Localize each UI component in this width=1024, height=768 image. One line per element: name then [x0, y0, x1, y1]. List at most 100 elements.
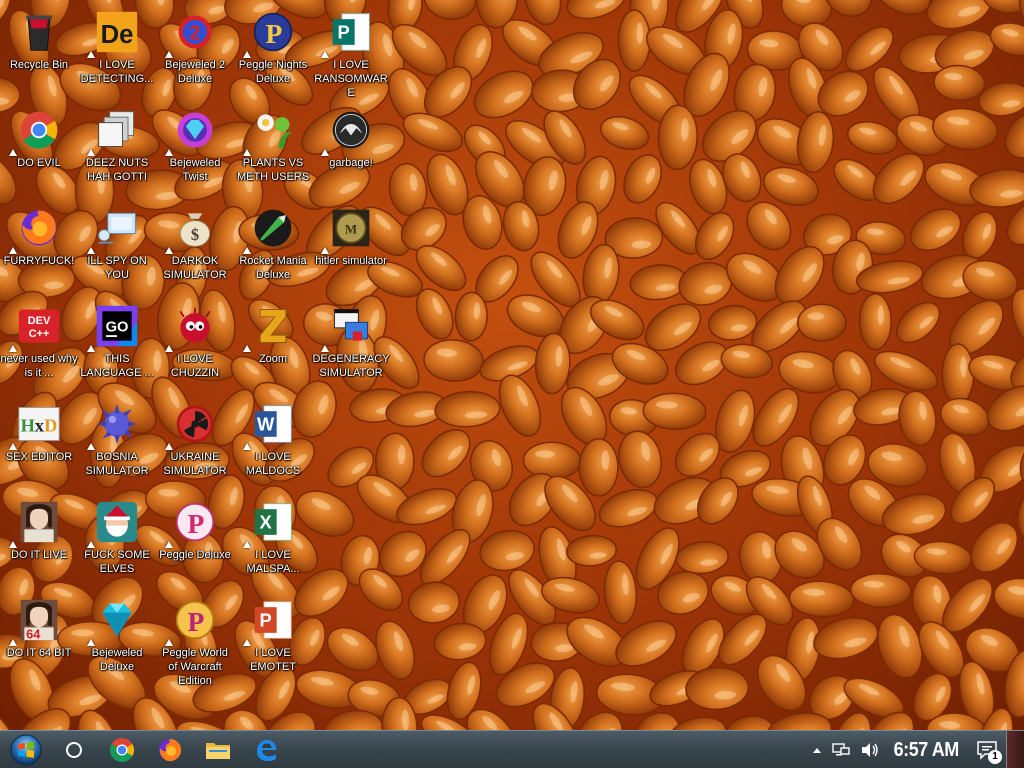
shortcut-arrow-icon [9, 541, 17, 548]
svg-text:2: 2 [189, 22, 200, 44]
desktop-shortcut[interactable]: 64 DO IT 64 BIT [0, 592, 78, 688]
desktop-shortcut[interactable]: P I LOVE EMOTET [234, 592, 312, 688]
show-hidden-icons-button[interactable] [812, 746, 822, 754]
desktop-shortcut[interactable]: W I LOVE MALDOCS [234, 396, 312, 492]
desktop-shortcut[interactable]: I LOVE CHUZZIN [156, 298, 234, 394]
desktop-shortcut[interactable]: Rocket Mania Deluxe [234, 200, 312, 296]
desktop-shortcut-label: I LOVE MALSPA... [246, 549, 300, 575]
shortcut-arrow-icon [243, 639, 251, 646]
svg-text:P: P [260, 609, 272, 630]
desktop-shortcut[interactable]: BOSNIA SIMULATOR [78, 396, 156, 492]
desktop-shortcut[interactable]: X I LOVE MALSPA... [234, 494, 312, 590]
shortcut-arrow-icon [165, 149, 173, 156]
desktop-shortcut-label: hitler simulator [315, 255, 387, 267]
powerpoint-icon: P [243, 596, 297, 646]
desktop-shortcut[interactable]: 2 Bejeweled 2 Deluxe [156, 4, 234, 100]
desktop-shortcut-label: I LOVE EMOTET [250, 647, 296, 673]
desktop-shortcut[interactable]: DEV C++ never used why is it ... [0, 298, 78, 394]
svg-text:P: P [188, 508, 205, 539]
shortcut-arrow-icon [87, 51, 95, 58]
desktop-shortcut[interactable]: garbage! [312, 102, 390, 198]
shortcut-arrow-icon [243, 51, 251, 58]
desktop-shortcut[interactable]: Bejeweled Twist [156, 102, 234, 198]
stacked-windows-icon [87, 106, 141, 156]
network-icon [831, 743, 850, 756]
shortcut-arrow-icon [87, 443, 95, 450]
svg-text:P: P [188, 606, 205, 637]
network-tray-button[interactable] [831, 742, 850, 758]
portrait-64-icon: 64 [9, 596, 63, 646]
taskbar-button-firefox[interactable] [150, 732, 190, 768]
desktop-shortcut[interactable]: Mhitler simulator [312, 200, 390, 296]
shortcut-arrow-icon [165, 51, 173, 58]
shortcut-arrow-icon [87, 149, 95, 156]
desktop-shortcut[interactable]: DEEZ NUTS HAH GOTTI [78, 102, 156, 198]
svg-text:De: De [101, 21, 134, 49]
svg-text:$: $ [191, 225, 199, 244]
desktop-shortcut-label: Bejeweled Twist [169, 157, 221, 183]
desktop-shortcut[interactable]: FURRYFUCK! [0, 200, 78, 296]
taskbar-button-cortana[interactable] [54, 732, 94, 768]
shortcut-arrow-icon [243, 541, 251, 548]
windows-stack-icon [321, 302, 375, 352]
chrome-icon [9, 106, 63, 156]
publisher-icon: P [321, 8, 375, 58]
svg-text:64: 64 [26, 626, 41, 641]
action-center-button[interactable]: 1 [976, 740, 1002, 764]
desktop-shortcut[interactable]: P I LOVE RANSOMWARE [312, 4, 390, 100]
money-bag-icon: $ [165, 204, 219, 254]
edge-icon [257, 739, 277, 761]
shortcut-arrow-icon [87, 639, 95, 646]
desktop-shortcut[interactable]: Bejeweled Deluxe [78, 592, 156, 688]
desktop-shortcut[interactable]: HxD SEX EDITOR [0, 396, 78, 492]
desktop-shortcut-label: THIS LANGUAGE ... [80, 353, 154, 379]
desktop-shortcut[interactable]: P Peggle Deluxe [156, 494, 234, 590]
desktop-shortcut[interactable]: P Peggle World of Warcraft Edition [156, 592, 234, 688]
desktop-shortcut[interactable]: FUCK SOME ELVES [78, 494, 156, 590]
desktop-shortcut[interactable]: $ DARKOK SIMULATOR [156, 200, 234, 296]
svg-text:GO: GO [106, 320, 129, 336]
desktop-shortcut[interactable]: PLANTS VS METH USERS [234, 102, 312, 198]
coin-icon: M [321, 204, 375, 254]
desktop-shortcut-label: I LOVE DETECTING... [80, 59, 154, 85]
svg-text:DEV: DEV [28, 315, 51, 327]
show-desktop-button[interactable] [1006, 731, 1024, 768]
taskbar-clock[interactable]: 6:57 AM [893, 739, 959, 762]
shortcut-arrow-icon [9, 345, 17, 352]
desktop-shortcut-label: DO EVIL [17, 157, 61, 169]
svg-text:W: W [257, 413, 275, 434]
desktop-shortcut[interactable]: DO IT LIVE [0, 494, 78, 590]
taskbar-button-chrome[interactable] [102, 732, 142, 768]
desktop-shortcut[interactable]: DEGENERACY SIMULATOR [312, 298, 390, 394]
firefox-icon [159, 738, 182, 761]
taskbar-button-file-explorer[interactable] [198, 732, 238, 768]
start-button[interactable] [6, 732, 46, 768]
desktop-shortcut[interactable]: UKRAINE SIMULATOR [156, 396, 234, 492]
shortcut-arrow-icon [9, 443, 17, 450]
svg-text:M: M [345, 223, 357, 237]
volume-tray-button[interactable] [860, 742, 880, 758]
word-icon: W [243, 400, 297, 450]
taskbar-button-edge[interactable] [246, 732, 286, 768]
desktop-shortcut[interactable]: Recycle Bin [0, 4, 78, 100]
desktop-shortcut-label: UKRAINE SIMULATOR [163, 451, 227, 477]
desktop-shortcut[interactable]: ILL SPY ON YOU [78, 200, 156, 296]
shortcut-arrow-icon [321, 51, 329, 58]
desktop-shortcut[interactable]: Zoom [234, 298, 312, 394]
desktop-shortcut[interactable]: De I LOVE DETECTING... [78, 4, 156, 100]
shortcut-arrow-icon [243, 443, 251, 450]
svg-text:HxD: HxD [21, 415, 58, 435]
plants-icon [243, 106, 297, 156]
desktop-shortcut-label: DEGENERACY SIMULATOR [312, 353, 390, 379]
desktop-shortcut-label: BOSNIA SIMULATOR [85, 451, 149, 477]
windows-start-icon [10, 734, 42, 765]
remote-desktop-icon [87, 204, 141, 254]
desktop-shortcut[interactable]: GO THIS LANGUAGE ... [78, 298, 156, 394]
desktop-shortcut[interactable]: P Peggle Nights Deluxe [234, 4, 312, 100]
shortcut-arrow-icon [9, 149, 17, 156]
desktop-shortcut[interactable]: DO EVIL [0, 102, 78, 198]
peggle-icon: P [165, 498, 219, 548]
svg-text:C++: C++ [29, 328, 50, 340]
desktop-shortcut-label: I LOVE CHUZZIN [170, 353, 220, 379]
shortcut-arrow-icon [87, 541, 95, 548]
